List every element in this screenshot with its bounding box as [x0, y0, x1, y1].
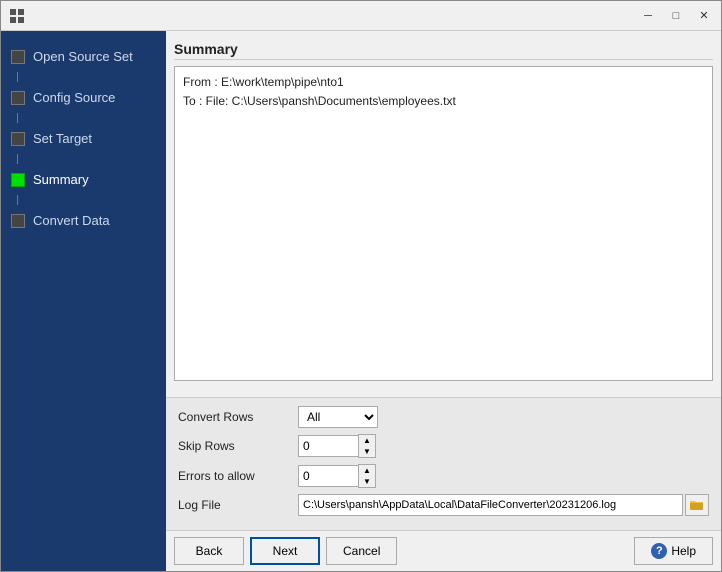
help-icon: ? — [651, 543, 667, 559]
convert-rows-label: Convert Rows — [178, 410, 298, 424]
sidebar-label-summary: Summary — [33, 172, 89, 187]
bottom-bar: Back Next Cancel ? Help — [166, 530, 721, 571]
sidebar-label-config-source: Config Source — [33, 90, 115, 105]
convert-rows-row: Convert Rows All First N Skip N — [178, 406, 709, 428]
skip-rows-down-btn[interactable]: ▼ — [359, 446, 375, 457]
close-button[interactable]: ✕ — [691, 6, 717, 26]
folder-icon — [690, 499, 704, 511]
skip-rows-spinner-btns: ▲ ▼ — [358, 434, 376, 458]
nav-indicator-config-source — [11, 91, 25, 105]
next-button[interactable]: Next — [250, 537, 320, 565]
main-area: Open Source Set Config Source Set Target — [1, 31, 721, 571]
summary-box: From : E:\work\temp\pipe\nto1 To : File:… — [174, 66, 713, 381]
content-area: Summary From : E:\work\temp\pipe\nto1 To… — [166, 31, 721, 571]
log-file-browse-button[interactable] — [685, 494, 709, 516]
nav-indicator-set-target — [11, 132, 25, 146]
nav-indicator-summary — [11, 173, 25, 187]
main-window: ─ □ ✕ Open Source Set Config Source — [0, 0, 722, 572]
sidebar-item-config-source[interactable]: Config Source — [1, 82, 166, 113]
summary-line-1: From : E:\work\temp\pipe\nto1 — [183, 73, 704, 92]
sidebar-item-summary[interactable]: Summary — [1, 164, 166, 195]
nav-indicator-convert-data — [11, 214, 25, 228]
convert-rows-select[interactable]: All First N Skip N — [298, 406, 378, 428]
content-inner: Summary From : E:\work\temp\pipe\nto1 To… — [166, 31, 721, 397]
sidebar-label-open-source-set: Open Source Set — [33, 49, 133, 64]
sidebar-item-open-source-set[interactable]: Open Source Set — [1, 41, 166, 72]
section-title: Summary — [174, 39, 713, 60]
skip-rows-row: Skip Rows ▲ ▼ — [178, 434, 709, 458]
minimize-button[interactable]: ─ — [635, 6, 661, 26]
sidebar-label-convert-data: Convert Data — [33, 213, 110, 228]
convert-rows-control: All First N Skip N — [298, 406, 378, 428]
errors-input[interactable] — [298, 465, 358, 487]
skip-rows-up-btn[interactable]: ▲ — [359, 435, 375, 446]
title-bar-controls: ─ □ ✕ — [635, 6, 717, 26]
title-bar: ─ □ ✕ — [1, 1, 721, 31]
app-icon — [9, 8, 25, 24]
sidebar-item-set-target[interactable]: Set Target — [1, 123, 166, 154]
form-area: Convert Rows All First N Skip N Skip Row… — [166, 397, 721, 530]
sidebar: Open Source Set Config Source Set Target — [1, 31, 166, 571]
errors-down-btn[interactable]: ▼ — [359, 476, 375, 487]
errors-up-btn[interactable]: ▲ — [359, 465, 375, 476]
skip-rows-spinner: ▲ ▼ — [298, 434, 376, 458]
help-button[interactable]: ? Help — [634, 537, 713, 565]
log-file-label: Log File — [178, 498, 298, 512]
errors-label: Errors to allow — [178, 469, 298, 483]
log-file-input[interactable] — [298, 494, 683, 516]
errors-row: Errors to allow ▲ ▼ — [178, 464, 709, 488]
skip-rows-input[interactable] — [298, 435, 358, 457]
skip-rows-control: ▲ ▼ — [298, 434, 376, 458]
log-file-row: Log File — [178, 494, 709, 516]
back-button[interactable]: Back — [174, 537, 244, 565]
errors-control: ▲ ▼ — [298, 464, 376, 488]
errors-spinner-btns: ▲ ▼ — [358, 464, 376, 488]
sidebar-item-convert-data[interactable]: Convert Data — [1, 205, 166, 236]
skip-rows-label: Skip Rows — [178, 439, 298, 453]
help-label: Help — [671, 544, 696, 558]
errors-spinner: ▲ ▼ — [298, 464, 376, 488]
cancel-button[interactable]: Cancel — [326, 537, 397, 565]
summary-line-2: To : File: C:\Users\pansh\Documents\empl… — [183, 92, 704, 111]
nav-indicator-open-source-set — [11, 50, 25, 64]
sidebar-label-set-target: Set Target — [33, 131, 92, 146]
title-bar-left — [9, 8, 31, 24]
maximize-button[interactable]: □ — [663, 6, 689, 26]
